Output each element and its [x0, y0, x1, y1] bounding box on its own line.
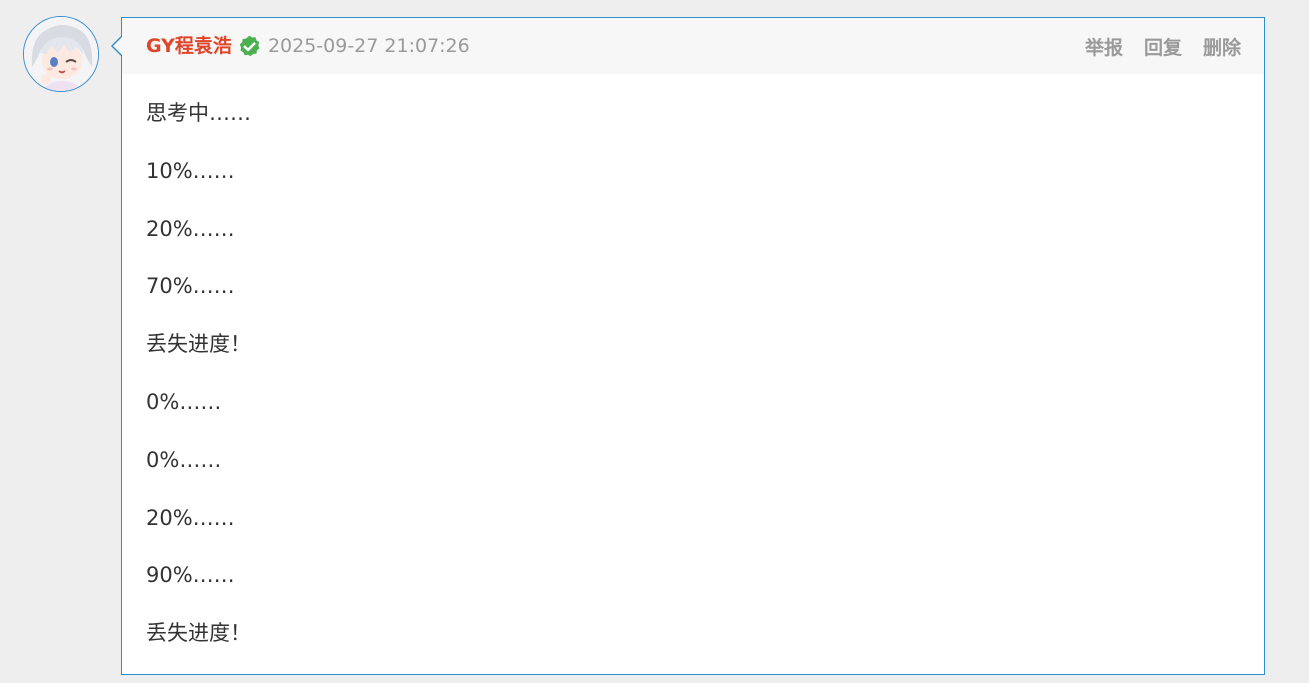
comment-timestamp: 2025-09-27 21:07:26	[267, 35, 470, 57]
comment-line: 思考中……	[146, 101, 251, 125]
comment-body: 思考中…… 10%…… 20%…… 70%…… 丢失进度！ 0%…… 0%…… …	[122, 74, 1264, 677]
card-pointer-inner	[113, 36, 123, 56]
comment-line: 0%……	[146, 389, 222, 414]
comment-line: 20%……	[146, 216, 235, 241]
avatar[interactable]	[23, 16, 99, 92]
comment-actions: 举报 回复 删除	[1085, 33, 1241, 60]
reply-button[interactable]: 回复	[1144, 33, 1182, 60]
verified-check-icon	[237, 34, 262, 59]
author-name[interactable]: GY程袁浩	[146, 36, 232, 56]
comment-header: GY程袁浩 2025-09-27 21:07:26 举报 回复 删除	[122, 18, 1264, 74]
comment-line: 70%……	[146, 274, 235, 299]
comment-card: GY程袁浩 2025-09-27 21:07:26 举报 回复 删除 思考中………	[111, 17, 1265, 677]
comment-line: 丢失进度！	[146, 332, 251, 357]
comment-line: 20%……	[146, 505, 235, 530]
comment-line: 90%……	[146, 563, 235, 588]
report-button[interactable]: 举报	[1085, 33, 1123, 60]
comment-line: 0%……	[146, 447, 222, 472]
delete-button[interactable]: 删除	[1203, 33, 1241, 60]
comment-line: 10%……	[146, 158, 235, 183]
comment-line: 丢失进度！	[146, 621, 251, 646]
